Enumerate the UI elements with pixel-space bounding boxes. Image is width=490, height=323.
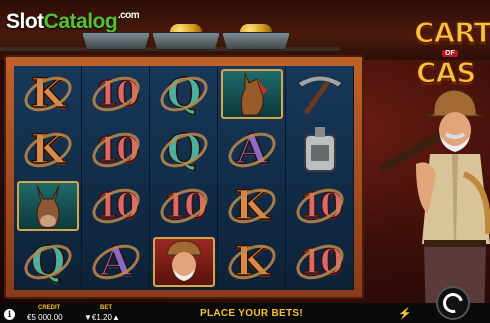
- spin-button[interactable]: [436, 286, 470, 320]
- symbol-miner: [151, 235, 217, 289]
- symbol-k: K: [15, 123, 81, 177]
- bet-value: €1.20: [91, 313, 112, 322]
- symbol-10: 10: [151, 179, 217, 233]
- symbol-10: 10: [83, 67, 149, 121]
- symbol-q: Q: [15, 235, 81, 289]
- game-scene: SlotCatalog .com CART OF CAS K K Q 10 10 10 A Q…: [0, 0, 490, 323]
- symbol-k: K: [219, 235, 285, 289]
- symbol-10: 10: [287, 179, 353, 233]
- symbol-k: K: [219, 179, 285, 233]
- reel-column: 10 10 10 A: [82, 66, 150, 290]
- symbol-k: K: [15, 67, 81, 121]
- minecart-icon: [152, 24, 220, 50]
- symbol-10: 10: [83, 123, 149, 177]
- bolt-icon[interactable]: ⚡: [398, 307, 412, 320]
- reel-column: 10 10: [286, 66, 354, 290]
- symbol-a: A: [83, 235, 149, 289]
- symbol-q: Q: [151, 67, 217, 121]
- bottom-bar: i CREDIT €5 000.00 BET ▼€1.20▲ PLACE YOU…: [0, 303, 490, 323]
- miner-character: [378, 89, 490, 323]
- status-message: PLACE YOUR BETS!: [200, 308, 303, 319]
- credit-label: CREDIT: [38, 305, 61, 311]
- symbol-horse: [219, 67, 285, 121]
- bet-stepper[interactable]: ▼€1.20▲: [84, 313, 120, 322]
- symbol-10: 10: [287, 235, 353, 289]
- reel-column: KK Q: [14, 66, 82, 290]
- symbol-q: Q: [151, 123, 217, 177]
- minecart-icon: [222, 24, 290, 50]
- reel-column: AKK: [218, 66, 286, 290]
- symbol-10: 10: [83, 179, 149, 233]
- info-icon[interactable]: i: [4, 309, 15, 320]
- symbol-flask: [287, 123, 353, 177]
- reel-column: Q Q 10: [150, 66, 218, 290]
- symbol-a: A: [219, 123, 285, 177]
- bet-label: BET: [100, 305, 112, 311]
- symbol-pickaxe: [287, 67, 353, 121]
- symbol-mule: [15, 179, 81, 233]
- minecart-icon: [82, 24, 150, 50]
- reel-grid: K K Q 10 10 10 A Q Q 10 A K K 10 10: [14, 66, 354, 290]
- spin-icon: [439, 289, 467, 317]
- credit-value: €5 000.00: [27, 313, 63, 322]
